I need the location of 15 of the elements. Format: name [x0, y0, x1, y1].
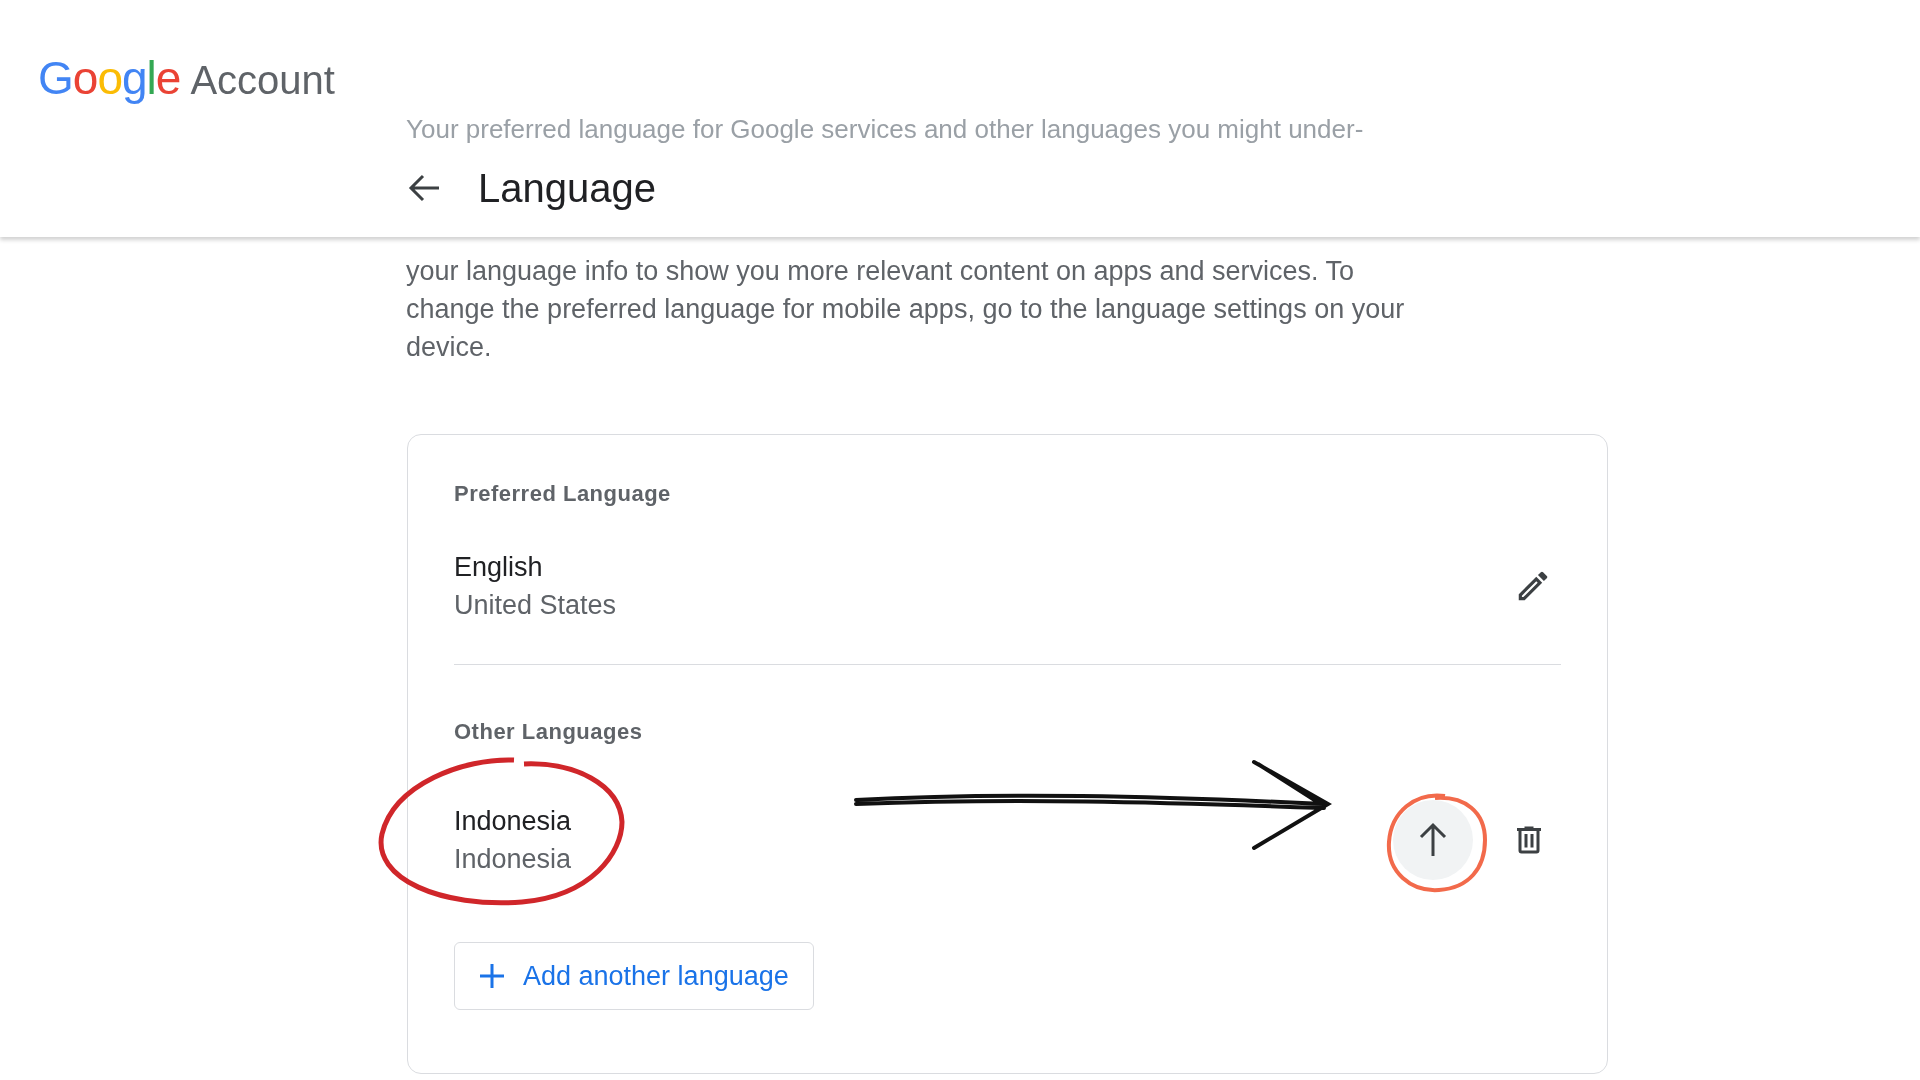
plus-icon — [479, 963, 505, 989]
move-up-button[interactable] — [1393, 800, 1473, 880]
faded-intro-text: Your preferred language for Google services and other languages you might under- — [406, 113, 1364, 146]
logo: Google — [38, 51, 181, 106]
section-heading: Preferred Language — [454, 480, 672, 508]
language-name: English — [454, 551, 544, 584]
description-text: your language info to show you more relevant content on apps and services. To change the preferred language for mobile apps, go to the language settings on your device. — [406, 255, 1406, 364]
language-region: Indonesia — [454, 843, 572, 876]
section-heading: Other Languages — [454, 718, 644, 746]
add-language-button[interactable]: Add another language — [454, 942, 814, 1010]
back-arrow-icon — [407, 173, 441, 203]
language-name: Indonesia — [454, 805, 572, 838]
language-region: United States — [454, 589, 617, 622]
page-title: Language — [478, 165, 656, 212]
product-name: Account — [190, 57, 335, 104]
